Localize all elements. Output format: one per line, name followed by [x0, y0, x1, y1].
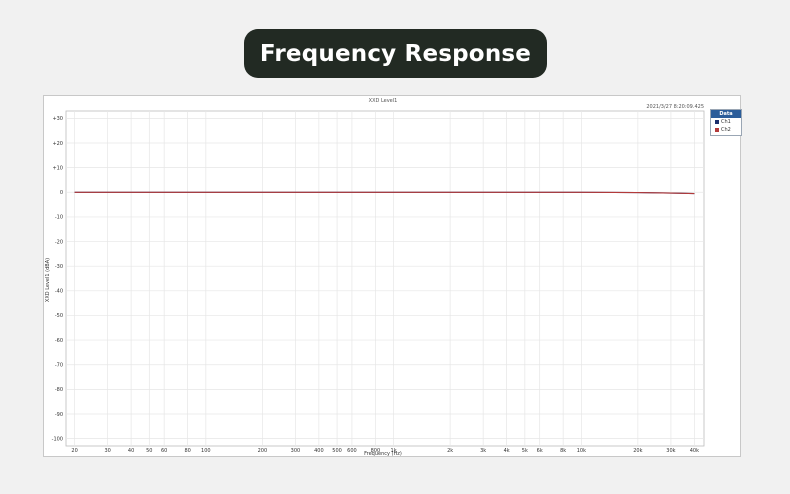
x-tick-label: 30k: [666, 448, 675, 454]
x-tick-label: 5k: [522, 448, 528, 454]
x-tick-label: 600: [347, 448, 357, 454]
x-tick-label: 60: [161, 448, 167, 454]
chart-title: XXD Level1: [369, 98, 398, 104]
x-tick-label: 3k: [480, 448, 486, 454]
x-tick-label: 6k: [537, 448, 543, 454]
legend-label-ch2: Ch2: [721, 127, 731, 133]
x-tick-label: 100: [201, 448, 211, 454]
y-axis-label: XXD Level1 (dBA): [45, 258, 51, 302]
y-tick-label: +10: [52, 165, 63, 171]
y-tick-label: -20: [55, 239, 63, 245]
y-tick-label: -60: [55, 338, 63, 344]
x-tick-label: 10k: [577, 448, 586, 454]
legend-item-ch1: Ch1: [711, 118, 741, 126]
timestamp: 2021/3/27 8:20:09.425: [646, 104, 704, 110]
x-tick-label: 20: [71, 448, 77, 454]
x-tick-label: 80: [184, 448, 190, 454]
plot-area: [65, 110, 705, 447]
x-tick-label: 20k: [633, 448, 642, 454]
y-tick-label: -30: [55, 264, 63, 270]
y-tick-label: +20: [52, 141, 63, 147]
x-tick-label: 400: [314, 448, 324, 454]
y-tick-label: -40: [55, 289, 63, 295]
y-tick-label: 0: [60, 190, 63, 196]
x-axis-label: Frequency (Hz): [364, 451, 402, 457]
legend-swatch-ch2: [715, 128, 719, 132]
y-tick-label: +30: [52, 116, 63, 122]
legend-label-ch1: Ch1: [721, 119, 731, 125]
x-tick-label: 30: [104, 448, 110, 454]
y-tick-label: -100: [52, 436, 63, 442]
x-tick-label: 200: [258, 448, 268, 454]
x-tick-label: 40k: [690, 448, 699, 454]
x-tick-label: 8k: [560, 448, 566, 454]
y-tick-label: -80: [55, 387, 63, 393]
y-tick-label: -10: [55, 215, 63, 221]
x-tick-label: 50: [146, 448, 152, 454]
legend-swatch-ch1: [715, 120, 719, 124]
legend: Data Ch1 Ch2: [710, 109, 742, 136]
legend-title: Data: [711, 110, 741, 118]
x-tick-label: 500: [332, 448, 342, 454]
y-tick-label: -90: [55, 412, 63, 418]
legend-item-ch2: Ch2: [711, 126, 741, 134]
x-tick-label: 40: [128, 448, 134, 454]
y-tick-label: -70: [55, 363, 63, 369]
y-tick-label: -50: [55, 313, 63, 319]
x-tick-label: 300: [291, 448, 301, 454]
x-tick-label: 4k: [504, 448, 510, 454]
page-title: Frequency Response: [244, 29, 547, 78]
x-tick-label: 2k: [447, 448, 453, 454]
frequency-response-chart: XXD Level1 2021/3/27 8:20:09.425 AP 2030…: [45, 98, 705, 457]
chart-panel: XXD Level1 2021/3/27 8:20:09.425 AP 2030…: [43, 95, 742, 457]
